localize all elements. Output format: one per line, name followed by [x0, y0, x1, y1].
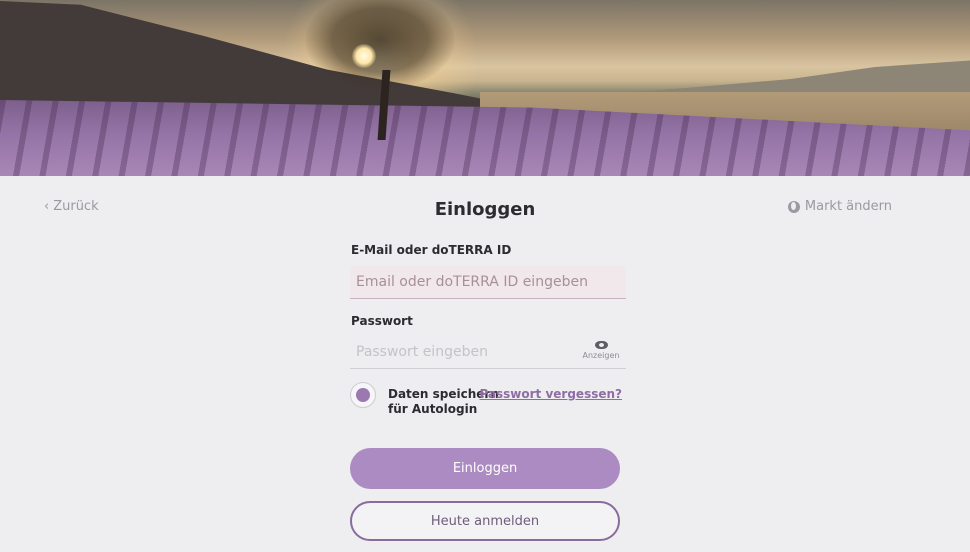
- market-label: Markt ändern: [804, 199, 892, 214]
- password-field[interactable]: [350, 336, 582, 368]
- password-label: Passwort: [351, 314, 413, 328]
- show-password-toggle[interactable]: Anzeigen: [580, 341, 622, 360]
- show-password-label: Anzeigen: [582, 351, 620, 360]
- eye-icon: [594, 341, 608, 349]
- radio-dot: [356, 388, 370, 402]
- remember-row: Daten speichern für Autologin Passwort v…: [350, 382, 626, 416]
- sun: [352, 44, 376, 68]
- forgot-password-link[interactable]: Passwort vergessen?: [479, 387, 622, 402]
- remember-radio[interactable]: [350, 382, 376, 408]
- signup-button[interactable]: Heute anmelden: [350, 501, 620, 541]
- email-label: E-Mail oder doTERRA ID: [351, 243, 512, 257]
- globe-icon: [787, 200, 800, 213]
- login-button[interactable]: Einloggen: [350, 448, 620, 489]
- hero-image: [0, 0, 970, 176]
- change-market-link[interactable]: Markt ändern: [787, 199, 892, 214]
- email-field[interactable]: [350, 266, 626, 299]
- password-field-wrapper: Anzeigen: [350, 336, 626, 369]
